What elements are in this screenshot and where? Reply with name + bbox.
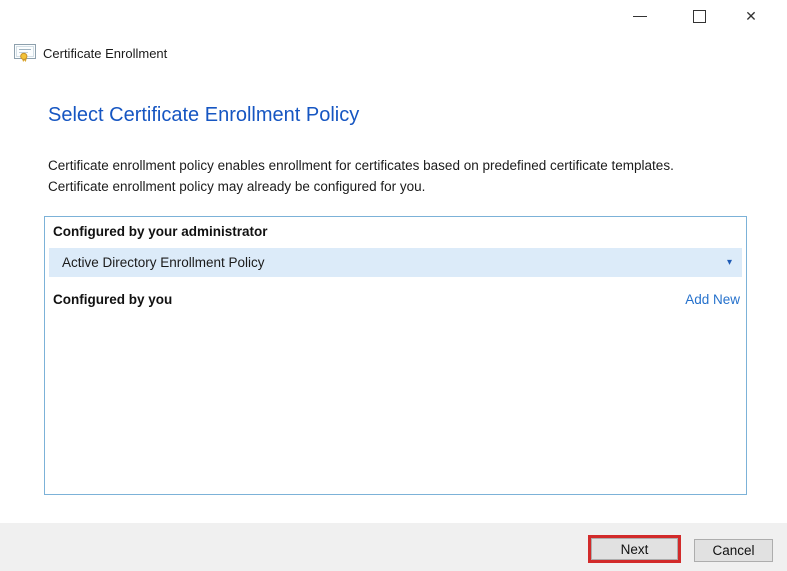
description-line-2: Certificate enrollment policy may alread…	[48, 179, 426, 194]
next-button-highlight: Next	[588, 535, 681, 563]
minimize-icon	[633, 15, 647, 17]
certificate-icon	[14, 44, 36, 63]
close-icon: ✕	[745, 8, 757, 24]
maximize-button[interactable]	[679, 2, 719, 30]
page-title: Select Certificate Enrollment Policy	[48, 104, 360, 126]
user-section-label: Configured by you	[53, 291, 173, 307]
close-button[interactable]: ✕	[731, 2, 771, 30]
app-title: Certificate Enrollment	[43, 46, 168, 61]
active-directory-policy-dropdown[interactable]: Active Directory Enrollment Policy ▾	[49, 248, 742, 277]
add-new-link[interactable]: Add New	[685, 292, 740, 307]
admin-section-label: Configured by your administrator	[53, 224, 268, 239]
maximize-icon	[692, 9, 706, 23]
description-line-1: Certificate enrollment policy enables en…	[48, 158, 674, 173]
enrollment-policy-panel: Configured by your administrator Active …	[44, 216, 747, 495]
app-title-row: Certificate Enrollment	[14, 44, 167, 63]
cancel-button[interactable]: Cancel	[694, 539, 773, 562]
minimize-button[interactable]	[620, 2, 660, 30]
chevron-down-icon: ▾	[726, 256, 732, 268]
page-description: Certificate enrollment policy enables en…	[48, 155, 674, 197]
user-section-row: Configured by you Add New	[53, 288, 740, 310]
selected-policy-name: Active Directory Enrollment Policy	[62, 255, 265, 270]
next-button[interactable]: Next	[591, 538, 678, 560]
certificate-enrollment-window: ✕ Certificate Enrollment Select Certific…	[0, 0, 787, 571]
